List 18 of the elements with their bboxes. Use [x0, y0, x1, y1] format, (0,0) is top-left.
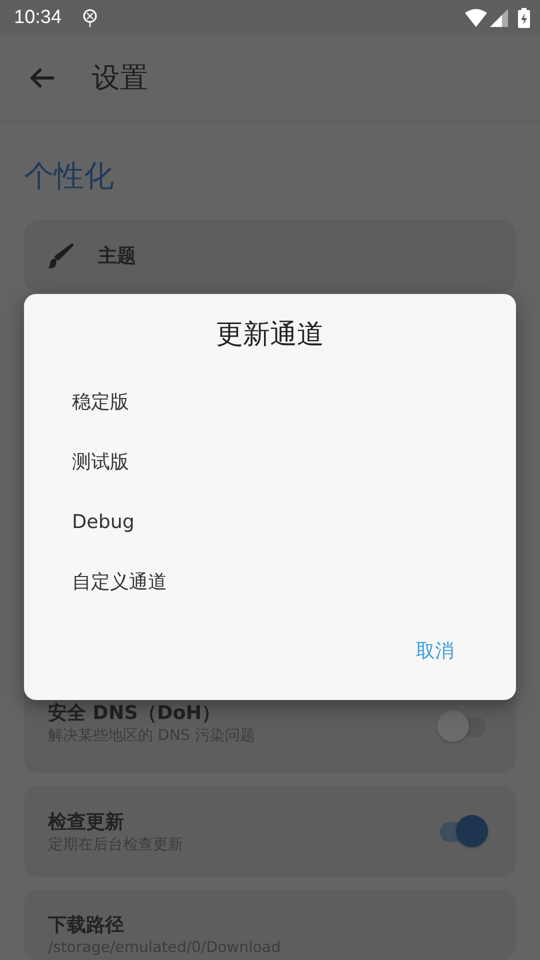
signal-icon	[490, 8, 508, 26]
channel-option[interactable]: 测试版	[24, 432, 516, 492]
paintbrush-icon	[48, 243, 74, 269]
app-bar-title: 设置	[92, 60, 148, 96]
setting-title: 主题	[98, 244, 137, 269]
dialog-title: 更新通道	[215, 318, 325, 352]
back-button[interactable]	[28, 66, 56, 90]
setting-title: 检查更新	[48, 810, 125, 835]
setting-title: 下载路径	[48, 913, 125, 938]
battery-icon	[518, 8, 530, 28]
wifi-icon	[465, 8, 487, 26]
section-title: 个性化	[23, 158, 115, 196]
notification-icon	[82, 8, 98, 26]
channel-option[interactable]: Debug	[24, 492, 516, 552]
channel-option[interactable]: 自定义通道	[24, 552, 516, 612]
setting-title: 安全 DNS（DoH）	[48, 701, 222, 726]
channel-option[interactable]: 稳定版	[24, 372, 516, 432]
status-time: 10:34	[14, 6, 62, 28]
